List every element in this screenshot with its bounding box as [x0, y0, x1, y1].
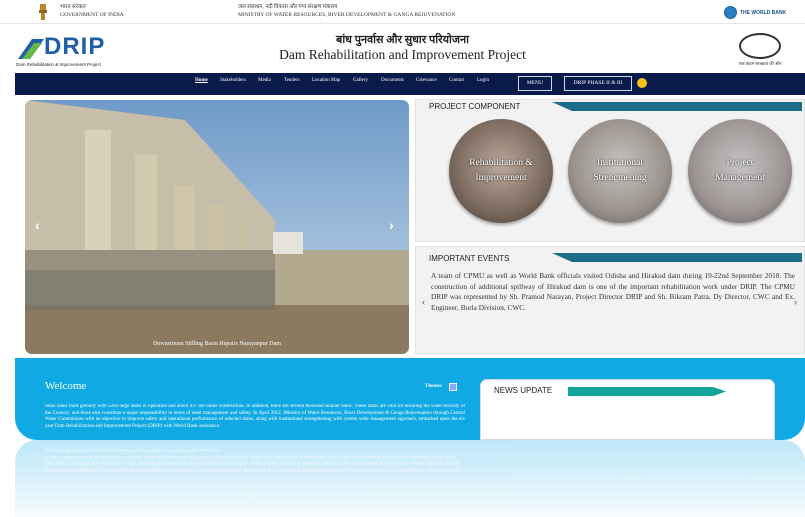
nav-stakeholders[interactable]: Stakeholders	[220, 78, 246, 83]
nav-login[interactable]: Login	[477, 78, 489, 83]
important-events-bar	[552, 253, 802, 262]
component-rehabilitation[interactable]: Rehabilitation & Improvement	[449, 119, 553, 223]
drip-phase-button[interactable]: DRIP PHASE II & III	[564, 76, 632, 91]
status-dot-icon[interactable]	[637, 78, 647, 88]
nav-media[interactable]: Media	[258, 78, 271, 83]
nav-location-map[interactable]: Location Map	[312, 78, 340, 83]
ministry-english: MINISTRY OF WATER RESOURCES, RIVER DEVEL…	[238, 12, 456, 18]
news-update-title: NEWS UPDATE	[494, 386, 553, 395]
site-header: DRIP Dam Rehabilitation & Improvement Pr…	[0, 25, 805, 73]
national-emblem-icon	[39, 4, 47, 20]
nav-gallery[interactable]: Gallery	[353, 78, 368, 83]
events-next-button[interactable]: ›	[794, 298, 803, 307]
project-component-title: PROJECT COMPONENT	[429, 102, 521, 111]
ministry-hindi: जल संसाधन, नदी विकास और गंगा संरक्षण मंत…	[238, 4, 338, 10]
globe-icon	[724, 6, 737, 19]
component-institutional[interactable]: Institutional Strengthening	[568, 119, 672, 223]
slider-next-button[interactable]: ›	[389, 217, 394, 233]
site-title-hindi: बांध पुनर्वास और सुधार परियोजना	[336, 34, 469, 46]
image-slider[interactable]: ‹ › Downstream Stilling Basin Repairs Na…	[25, 100, 409, 354]
world-bank-logo[interactable]: THE WORLD BANK	[724, 6, 786, 19]
component-rehabilitation-line2: Improvement	[475, 173, 527, 183]
nav-documents[interactable]: Documents	[381, 78, 404, 83]
nav-contact[interactable]: Contact	[449, 78, 465, 83]
themes-label: Themes	[425, 384, 442, 389]
important-events-panel: IMPORTANT EVENTS A team of CPMU as well …	[415, 246, 805, 354]
nav-grievance[interactable]: Grievance	[416, 78, 437, 83]
reflection-text: India ranks third globally with 5264 lar…	[45, 447, 459, 472]
component-institutional-line2: Strengthening	[593, 173, 647, 183]
important-events-title: IMPORTANT EVENTS	[429, 254, 510, 263]
welcome-title: Welcome	[45, 380, 87, 392]
news-update-panel: NEWS UPDATE	[480, 379, 775, 440]
world-bank-label: THE WORLD BANK	[740, 9, 787, 16]
component-management-line1: Project	[726, 158, 754, 168]
event-text: A team of CPMU as well as World Bank off…	[431, 271, 795, 312]
project-component-bar	[552, 102, 802, 111]
component-rehabilitation-line1: Rehabilitation &	[469, 158, 533, 168]
events-prev-button[interactable]: ‹	[422, 298, 431, 307]
gov-english: GOVERNMENT OF INDIA	[60, 12, 124, 18]
site-title: Dam Rehabilitation and Improvement Proje…	[279, 47, 526, 62]
news-update-bar	[568, 387, 726, 396]
menu-button[interactable]: MENU	[518, 76, 552, 91]
government-label: भारत सरकार GOVERNMENT OF INDIA	[60, 3, 124, 19]
section-reflection: India ranks third globally with 5264 lar…	[15, 440, 805, 517]
ministry-label: जल संसाधन, नदी विकास और गंगा संरक्षण मंत…	[238, 3, 455, 19]
component-project-management[interactable]: Project Management	[688, 119, 792, 223]
themes-toggle[interactable]	[449, 383, 457, 391]
spectacles-icon	[739, 33, 781, 59]
main-nav: Home Stakeholders Media Tenders Location…	[15, 73, 805, 95]
government-bar: भारत सरकार GOVERNMENT OF INDIA जल संसाधन…	[0, 0, 805, 24]
component-management-line2: Management	[715, 173, 765, 183]
welcome-section: Welcome Themes India ranks third globall…	[15, 358, 805, 440]
component-institutional-line1: Institutional	[597, 158, 643, 168]
project-component-panel: PROJECT COMPONENT Rehabilitation & Improv…	[415, 99, 805, 242]
welcome-text: India ranks third globally with 5264 lar…	[45, 404, 465, 429]
swachh-tagline: एक कदम स्वच्छता की ओर	[738, 61, 782, 66]
gov-hindi: भारत सरकार	[60, 4, 86, 10]
dam-photo	[25, 100, 409, 354]
swachh-bharat-logo: एक कदम स्वच्छता की ओर	[735, 31, 785, 69]
nav-home[interactable]: Home	[195, 78, 208, 83]
slider-prev-button[interactable]: ‹	[35, 217, 40, 233]
nav-tenders[interactable]: Tenders	[284, 78, 300, 83]
slide-caption: Downstream Stilling Basin Repairs Naraya…	[153, 341, 281, 347]
